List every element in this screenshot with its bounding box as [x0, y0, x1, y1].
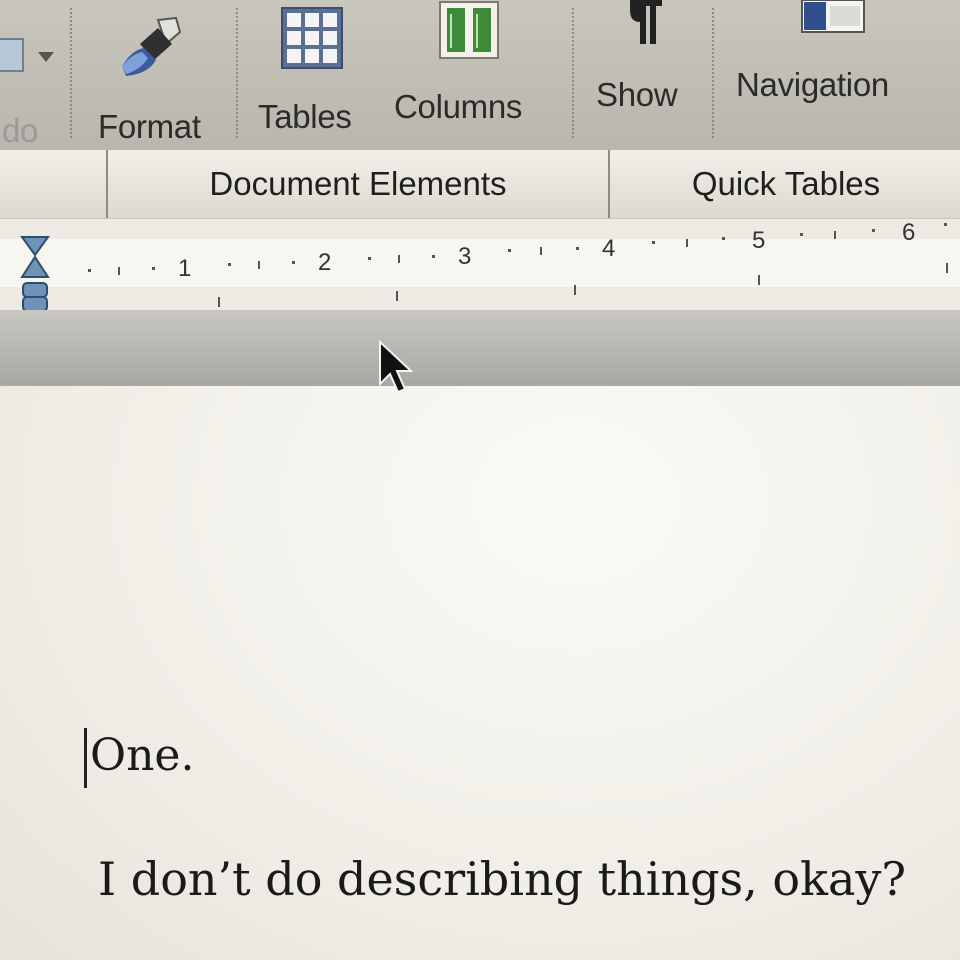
dropdown-arrow-icon — [38, 52, 54, 62]
tab-document-elements-label: Document Elements — [209, 165, 507, 202]
format-label: Format — [98, 108, 201, 145]
undo-button[interactable]: do — [0, 0, 70, 150]
ruler-tick — [398, 255, 400, 263]
ruler-tick — [872, 229, 875, 232]
ruler-number: 5 — [752, 227, 766, 254]
tab-stop-mark — [758, 275, 760, 285]
ruler-tick — [834, 231, 836, 239]
ruler-tick — [88, 269, 91, 272]
tables-button[interactable]: Tables — [250, 0, 380, 150]
columns-icon — [439, 1, 499, 59]
tab-stop-mark — [946, 263, 948, 273]
ruler-tick — [944, 223, 947, 226]
ribbon-group-bar: Document Elements Quick Tables — [0, 150, 960, 219]
text-caret — [84, 728, 87, 788]
document-line-1[interactable]: One. — [90, 730, 194, 781]
ruler-tick — [228, 263, 231, 266]
navigation-button[interactable]: Navigation — [730, 0, 960, 150]
ruler-tick — [368, 257, 371, 260]
ruler-tick — [652, 241, 655, 244]
tables-label: Tables — [258, 98, 352, 135]
navigation-label: Navigation — [736, 66, 889, 103]
undo-label: do — [2, 112, 39, 149]
tab-document-elements[interactable]: Document Elements — [106, 150, 608, 218]
paintbrush-icon — [122, 16, 182, 76]
ruler-number: 1 — [178, 255, 192, 282]
ruler-tick — [258, 261, 260, 269]
ruler-tick — [576, 247, 579, 250]
sidebar-icon — [801, 0, 865, 33]
tab-stop-mark — [396, 291, 398, 301]
ruler-tick — [118, 267, 120, 275]
ruler-number: 2 — [318, 249, 332, 276]
show-label: Show — [596, 76, 678, 113]
show-button[interactable]: Show — [590, 0, 710, 150]
ruler-tick — [432, 255, 435, 258]
ruler-number: 6 — [902, 219, 916, 246]
mouse-pointer-icon — [379, 340, 414, 394]
horizontal-ruler[interactable]: 1 2 3 4 5 6 — [0, 218, 960, 312]
document-line-2[interactable]: I don’t do describing things, okay? — [98, 852, 906, 906]
ruler-track — [0, 239, 960, 287]
tab-quick-tables[interactable]: Quick Tables — [608, 150, 960, 218]
tab-quick-tables-label: Quick Tables — [691, 165, 881, 202]
columns-label: Columns — [394, 88, 523, 125]
tab-stop-mark — [218, 297, 220, 307]
ruler-number: 4 — [602, 235, 616, 262]
ruler-tick — [800, 233, 803, 236]
tab-blank[interactable] — [0, 150, 106, 218]
tab-stop-mark — [574, 285, 576, 295]
toolbar-separator — [70, 8, 72, 138]
format-button[interactable]: Format — [92, 0, 232, 150]
toolbar-separator — [236, 8, 238, 138]
pilcrow-icon — [630, 0, 662, 44]
table-grid-icon — [281, 7, 343, 69]
columns-button[interactable]: Columns — [392, 0, 557, 150]
toolbar-separator — [712, 8, 714, 138]
ruler-tick — [686, 239, 688, 247]
toolbar-separator — [572, 8, 574, 138]
toolbar: do Format Tables Columns Show Navigation — [0, 0, 960, 151]
ruler-tick — [152, 267, 155, 270]
undo-icon — [0, 38, 24, 72]
ruler-tick — [540, 247, 542, 255]
indent-marker-icon[interactable] — [20, 233, 50, 315]
ruler-tick — [722, 237, 725, 240]
ruler-tick — [292, 261, 295, 264]
page-gutter — [0, 310, 960, 386]
ruler-tick — [508, 249, 511, 252]
ruler-number: 3 — [458, 243, 472, 270]
